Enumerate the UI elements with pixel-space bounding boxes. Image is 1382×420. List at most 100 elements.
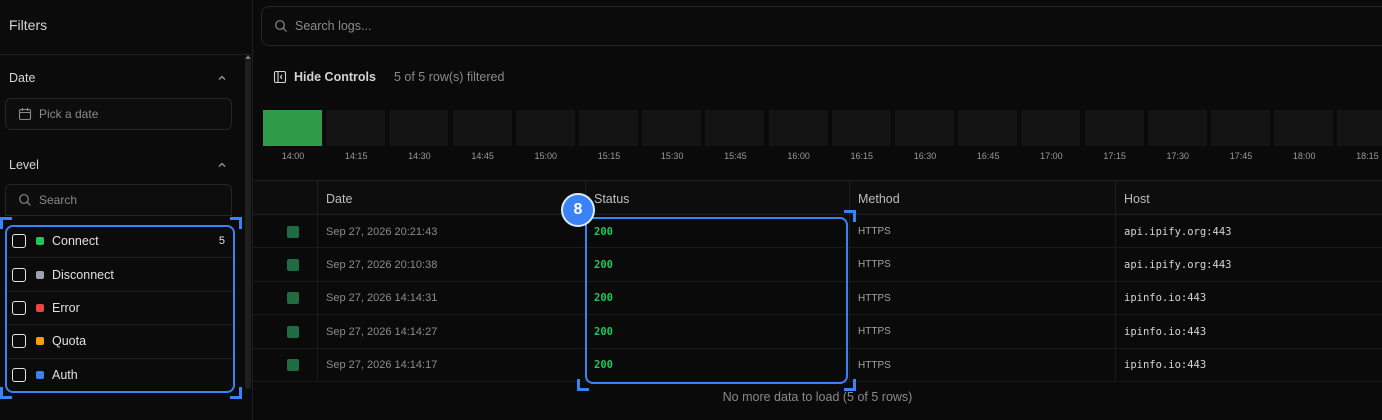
timeline-bucket[interactable]	[1211, 110, 1270, 146]
chevron-up-icon[interactable]	[215, 158, 229, 172]
timeline-bucket[interactable]	[452, 110, 512, 146]
level-search-input[interactable]: Search	[5, 184, 232, 216]
timeline-tick-label: 15:45	[724, 151, 747, 161]
timeline-bucket[interactable]	[1084, 110, 1144, 146]
host-cell: ipinfo.io:443	[1115, 348, 1382, 382]
host-cell: ipinfo.io:443	[1115, 315, 1382, 349]
method-cell: HTTPS	[849, 348, 1115, 382]
timeline-tick-label: 18:15	[1356, 151, 1379, 161]
column-header-status[interactable]: Status	[585, 181, 849, 216]
timeline-bucket[interactable]	[579, 110, 638, 146]
date-section-header[interactable]: Date	[9, 68, 229, 88]
timeline-tick-label: 14:45	[471, 151, 494, 161]
timeline-bucket[interactable]	[705, 110, 765, 146]
timeline-tick-label: 17:15	[1103, 151, 1126, 161]
method-cell: HTTPS	[849, 248, 1115, 282]
highlight-corner	[0, 387, 12, 399]
highlight-corner	[844, 379, 856, 391]
level-cell	[253, 349, 317, 382]
timeline-tick-label: 14:30	[408, 151, 431, 161]
panel-left-icon	[273, 70, 287, 84]
date-cell: Sep 27, 2026 14:14:17	[317, 348, 585, 382]
timeline-bucket[interactable]	[768, 110, 828, 146]
hide-controls-button[interactable]: Hide Controls	[273, 70, 376, 84]
timeline-bucket[interactable]	[389, 110, 449, 146]
timeline-bucket[interactable]	[1274, 110, 1334, 146]
timeline-bucket[interactable]	[1021, 110, 1081, 146]
level-section-header[interactable]: Level	[9, 155, 229, 175]
method-cell: HTTPS	[849, 281, 1115, 315]
timeline-tick-label: 18:00	[1292, 151, 1316, 161]
hide-controls-label: Hide Controls	[294, 70, 376, 84]
timeline-tick-label: 15:00	[534, 151, 558, 161]
highlight-corner	[230, 387, 242, 399]
column-header-date[interactable]: Date	[317, 181, 585, 216]
timeline-bucket[interactable]	[263, 110, 322, 146]
timeline-tick-label: 15:30	[660, 151, 684, 161]
level-indicator	[287, 225, 299, 238]
date-cell: Sep 27, 2026 20:21:43	[317, 215, 585, 248]
filtered-count-text: 5 of 5 row(s) filtered	[393, 70, 505, 84]
date-picker-placeholder: Pick a date	[39, 107, 99, 121]
level-cell	[253, 282, 317, 315]
level-indicator	[287, 359, 299, 372]
level-cell	[253, 248, 317, 281]
date-cell: Sep 27, 2026 14:14:31	[317, 281, 585, 315]
timeline-tick-label: 17:00	[1040, 151, 1063, 161]
timeline-tick-label: 16:15	[850, 151, 874, 161]
search-icon	[18, 193, 32, 207]
sidebar-title: Filters	[9, 17, 48, 33]
timeline-bucket[interactable]	[831, 110, 891, 146]
timeline-tick-label: 15:15	[597, 151, 621, 161]
method-cell: HTTPS	[849, 315, 1115, 349]
date-cell: Sep 27, 2026 14:14:27	[317, 315, 585, 349]
timeline-tick-label: 17:45	[1229, 151, 1253, 161]
timeline-bucket[interactable]	[895, 110, 954, 146]
level-indicator	[287, 292, 299, 305]
timeline-tick-label: 16:45	[976, 151, 1000, 161]
highlight-corner	[230, 217, 242, 229]
search-icon	[274, 19, 288, 33]
sidebar-scrollbar[interactable]	[244, 55, 252, 420]
column-header-method[interactable]: Method	[849, 181, 1115, 216]
date-cell: Sep 27, 2026 20:10:38	[317, 248, 585, 282]
date-section-label: Date	[9, 71, 36, 85]
timeline-bucket[interactable]	[1337, 110, 1382, 146]
host-cell: ipinfo.io:443	[1115, 281, 1382, 315]
calendar-icon	[18, 107, 32, 121]
level-list-highlight	[5, 225, 235, 393]
level-cell	[253, 215, 317, 248]
level-cell	[253, 315, 317, 348]
search-logs-input[interactable]: Search logs...	[261, 6, 1382, 46]
timeline-bucket[interactable]	[326, 110, 386, 146]
scrollbar-thumb[interactable]	[245, 59, 251, 389]
table-header: Date Status Method Host	[253, 180, 1382, 216]
status-column-highlight	[585, 217, 848, 384]
level-indicator	[287, 258, 299, 271]
chevron-up-icon[interactable]	[215, 71, 229, 85]
host-cell: api.ipify.org:443	[1115, 248, 1382, 282]
timeline-bucket[interactable]	[642, 110, 702, 146]
level-section-label: Level	[9, 158, 39, 172]
column-header-host[interactable]: Host	[1115, 181, 1382, 216]
highlight-corner	[577, 379, 589, 391]
timeline-histogram[interactable]	[263, 110, 1382, 146]
table-footer-message: No more data to load (5 of 5 rows)	[722, 390, 913, 404]
timeline-bucket[interactable]	[515, 110, 575, 146]
highlight-corner	[844, 210, 856, 222]
search-logs-placeholder: Search logs...	[295, 19, 372, 33]
timeline-bucket[interactable]	[1147, 110, 1207, 146]
level-indicator	[287, 325, 299, 338]
timeline-bucket[interactable]	[958, 110, 1018, 146]
controls-bar: Hide Controls 5 of 5 row(s) filtered	[273, 68, 504, 86]
sidebar-divider	[0, 54, 253, 55]
timeline-tick-label: 17:30	[1166, 151, 1190, 161]
date-picker-field[interactable]: Pick a date	[5, 98, 232, 130]
timeline-tick-label: 14:00	[281, 151, 305, 161]
timeline-tick-label: 14:15	[344, 151, 368, 161]
highlight-corner	[0, 217, 12, 229]
timeline-tick-label: 16:00	[787, 151, 810, 161]
level-column-header	[253, 181, 317, 216]
level-search-placeholder: Search	[39, 193, 78, 207]
timeline-tick-label: 16:30	[913, 151, 937, 161]
